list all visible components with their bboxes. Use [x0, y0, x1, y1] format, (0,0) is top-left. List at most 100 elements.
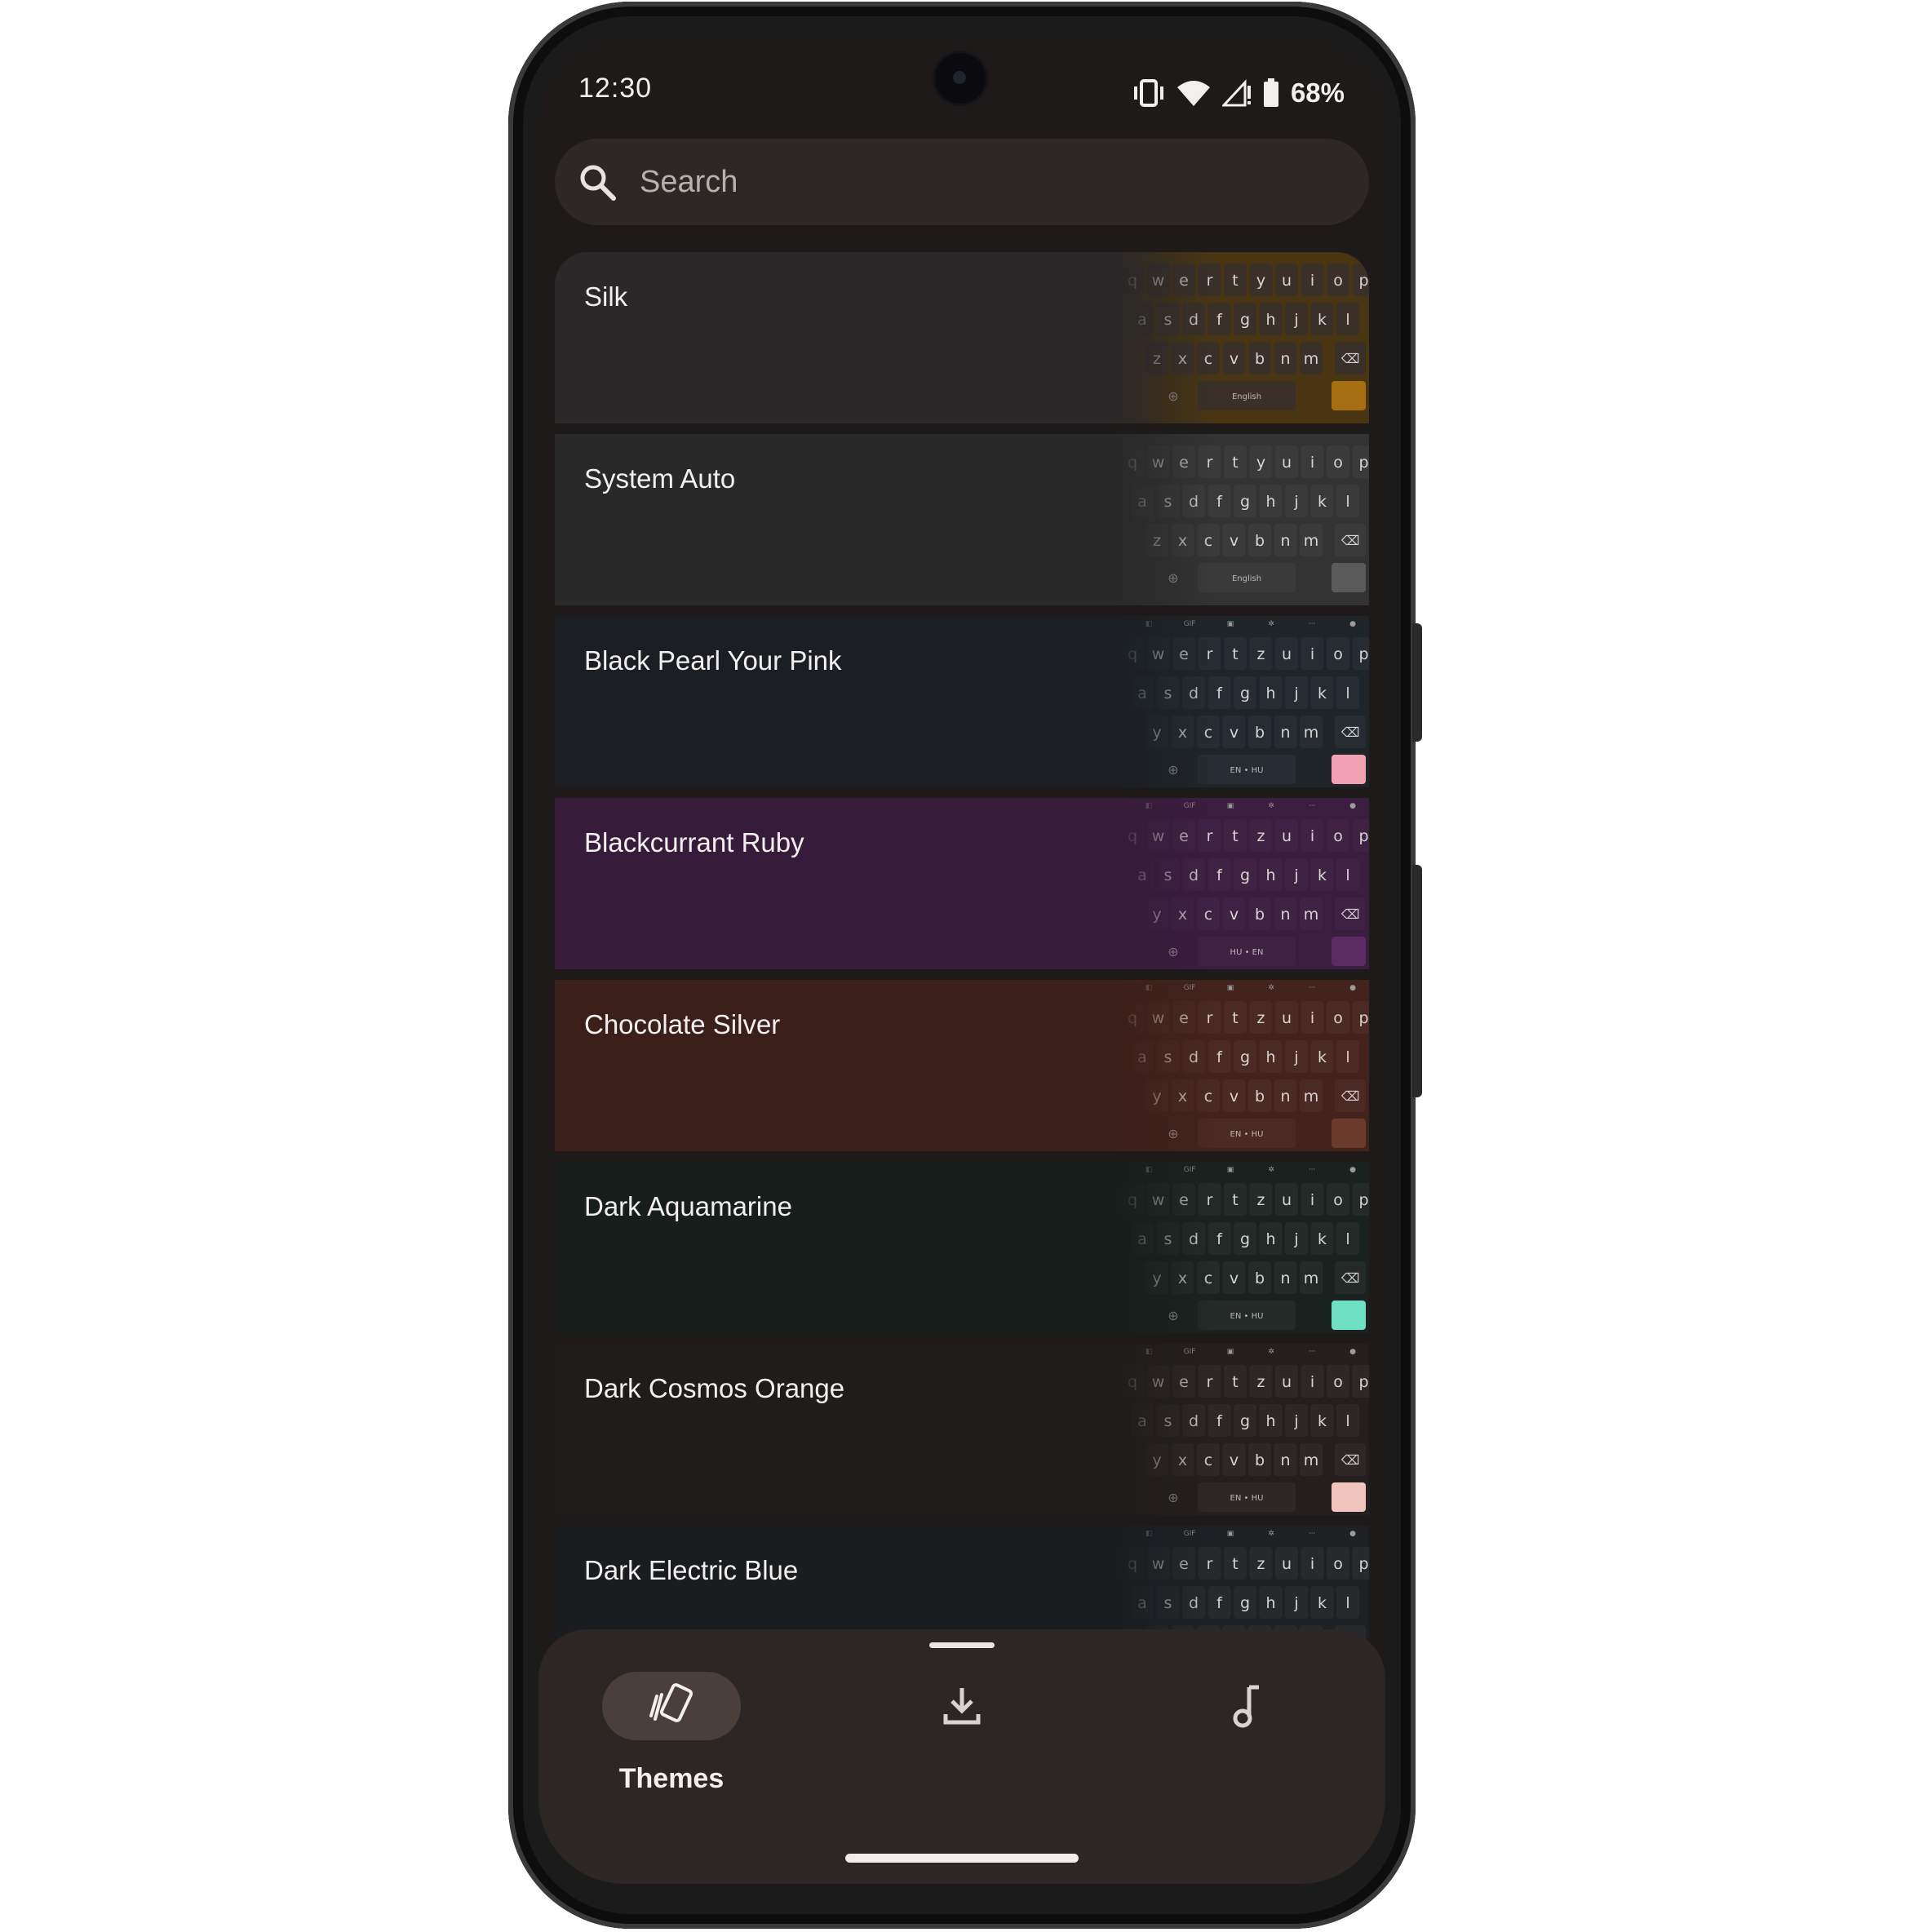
keyboard-key-label: v: [1230, 1088, 1239, 1106]
keyboard-key-label: t: [1232, 272, 1238, 290]
keyboard-key-label: g: [1240, 1048, 1250, 1066]
keyboard-key-label: h: [1265, 685, 1275, 702]
home-indicator[interactable]: [845, 1854, 1079, 1863]
keyboard-key-label: y: [1256, 272, 1265, 290]
keyboard-action-key: [1332, 381, 1366, 410]
nav-item-sounds[interactable]: [1178, 1672, 1317, 1802]
keyboard-key-label: i: [1310, 1191, 1314, 1209]
keyboard-key-label: j: [1293, 311, 1298, 329]
keyboard-key-label: p: [1358, 1009, 1368, 1027]
keyboard-key-label: u: [1282, 1009, 1292, 1027]
power-button: [1412, 623, 1422, 742]
keyboard-key-label: j: [1293, 1230, 1298, 1248]
keyboard-key-label: u: [1282, 645, 1292, 663]
keyboard-key-label: n: [1280, 1451, 1290, 1469]
theme-name: Chocolate Silver: [584, 1009, 781, 1039]
keyboard-toolbar-icon: ●: [1349, 1348, 1356, 1356]
spacebar-label: EN • HU: [1230, 1312, 1264, 1321]
keyboard-key-label: l: [1345, 866, 1349, 884]
signal-icon: [1221, 79, 1251, 107]
keyboard-toolbar-icon: ✲: [1268, 1530, 1274, 1538]
keyboard-key-label: m: [1304, 724, 1319, 742]
keyboard-key-label: k: [1318, 866, 1327, 884]
backspace-icon: ⌫: [1340, 1452, 1360, 1468]
keyboard-key-label: k: [1318, 685, 1327, 702]
keyboard-key-label: o: [1333, 272, 1343, 290]
keyboard-key-label: j: [1293, 493, 1298, 511]
spacebar-label: English: [1232, 392, 1261, 401]
nav-item-downloads[interactable]: [893, 1672, 1031, 1802]
keyboard-key-label: o: [1333, 1191, 1343, 1209]
keyboard-key-label: h: [1265, 493, 1275, 511]
theme-card[interactable]: Dark Aquamarine◧GIF▣✲···●qwertzuiopasdfg…: [555, 1162, 1369, 1333]
theme-card[interactable]: Dark Cosmos Orange◧GIF▣✲···●qwertzuiopas…: [555, 1344, 1369, 1515]
keyboard-key-label: h: [1265, 1230, 1275, 1248]
keyboard-toolbar-icon: ●: [1349, 1166, 1356, 1174]
theme-card[interactable]: Black Pearl Your Pink◧GIF▣✲···●qwertzuio…: [555, 616, 1369, 787]
drag-handle[interactable]: [929, 1642, 995, 1648]
keyboard-key-label: p: [1358, 272, 1368, 290]
keyboard-key-label: g: [1240, 866, 1250, 884]
theme-card[interactable]: Chocolate Silver◧GIF▣✲···●qwertzuiopasdf…: [555, 980, 1369, 1151]
keyboard-toolbar-icon: ▣: [1227, 802, 1234, 810]
keyboard-key-label: p: [1358, 1373, 1368, 1391]
keyboard-toolbar-icon: ●: [1349, 984, 1356, 992]
music-note-icon: [1233, 1685, 1259, 1728]
keyboard-key-label: j: [1293, 1048, 1298, 1066]
backspace-icon: ⌫: [1340, 1270, 1360, 1286]
keyboard-key-label: i: [1310, 272, 1314, 290]
nav-item-themes[interactable]: Themes: [602, 1672, 741, 1802]
keyboard-key-label: i: [1310, 454, 1314, 472]
keyboard-key-label: b: [1255, 1088, 1265, 1106]
keyboard-key-label: l: [1345, 493, 1349, 511]
wifi-icon: [1176, 81, 1210, 106]
backspace-icon: ⌫: [1340, 1088, 1360, 1104]
keyboard-key-label: h: [1265, 1048, 1275, 1066]
keyboard-key-label: k: [1318, 311, 1327, 329]
theme-card[interactable]: Blackcurrant Ruby◧GIF▣✲···●qwertzuiopasd…: [555, 798, 1369, 969]
keyboard-key-label: i: [1310, 827, 1314, 845]
keyboard-fade: [1116, 1344, 1214, 1515]
keyboard-key-label: b: [1255, 532, 1265, 550]
theme-name: Silk: [584, 281, 628, 312]
keyboard-key-label: o: [1333, 1373, 1343, 1391]
keyboard-key-label: m: [1304, 532, 1319, 550]
search-placeholder: Search: [640, 164, 738, 199]
theme-card[interactable]: System Autoqwertyuiopasdfghjklzxcvbnm⌫En…: [555, 434, 1369, 605]
themes-icon: [649, 1683, 693, 1722]
search-bar[interactable]: Search: [555, 139, 1369, 225]
spacebar-label: English: [1232, 574, 1261, 583]
keyboard-key-label: u: [1282, 272, 1292, 290]
spacebar-label: EN • HU: [1230, 766, 1264, 775]
keyboard-toolbar-icon: ···: [1309, 620, 1316, 628]
keyboard-key-label: p: [1358, 1191, 1368, 1209]
keyboard-key-label: g: [1240, 1594, 1250, 1612]
keyboard-key-label: j: [1293, 685, 1298, 702]
theme-card[interactable]: Silkqwertyuiopasdfghjklzxcvbnm⌫English⊕: [555, 252, 1369, 423]
status-time: 12:30: [578, 73, 653, 104]
keyboard-toolbar-icon: ✲: [1268, 802, 1274, 810]
keyboard-key-label: i: [1310, 645, 1314, 663]
keyboard-key-label: b: [1255, 724, 1265, 742]
keyboard-key-label: o: [1333, 1009, 1343, 1027]
theme-card[interactable]: Dark Electric Blue◧GIF▣✲···●qwertzuiopas…: [555, 1526, 1369, 1639]
keyboard-key-label: g: [1240, 1412, 1250, 1430]
theme-name: System Auto: [584, 463, 736, 494]
keyboard-key-label: k: [1318, 1412, 1327, 1430]
theme-list[interactable]: Silkqwertyuiopasdfghjklzxcvbnm⌫English⊕S…: [555, 252, 1369, 1639]
nav-label-themes: Themes: [618, 1763, 724, 1794]
keyboard-key-label: y: [1256, 454, 1265, 472]
keyboard-action-key: [1332, 1482, 1366, 1512]
spacebar-label: EN • HU: [1230, 1494, 1264, 1503]
keyboard-key-label: t: [1232, 1373, 1238, 1391]
download-icon: [943, 1688, 981, 1725]
keyboard-key-label: b: [1255, 350, 1265, 368]
keyboard-key-label: n: [1280, 1270, 1290, 1287]
keyboard-toolbar-icon: ▣: [1227, 1530, 1234, 1538]
keyboard-fade: [1116, 1526, 1214, 1639]
keyboard-key-label: u: [1282, 1373, 1292, 1391]
keyboard-toolbar-icon: ···: [1309, 984, 1316, 992]
keyboard-toolbar-icon: ✲: [1268, 1348, 1274, 1356]
keyboard-key-label: o: [1333, 645, 1343, 663]
keyboard-key-label: h: [1265, 1412, 1275, 1430]
